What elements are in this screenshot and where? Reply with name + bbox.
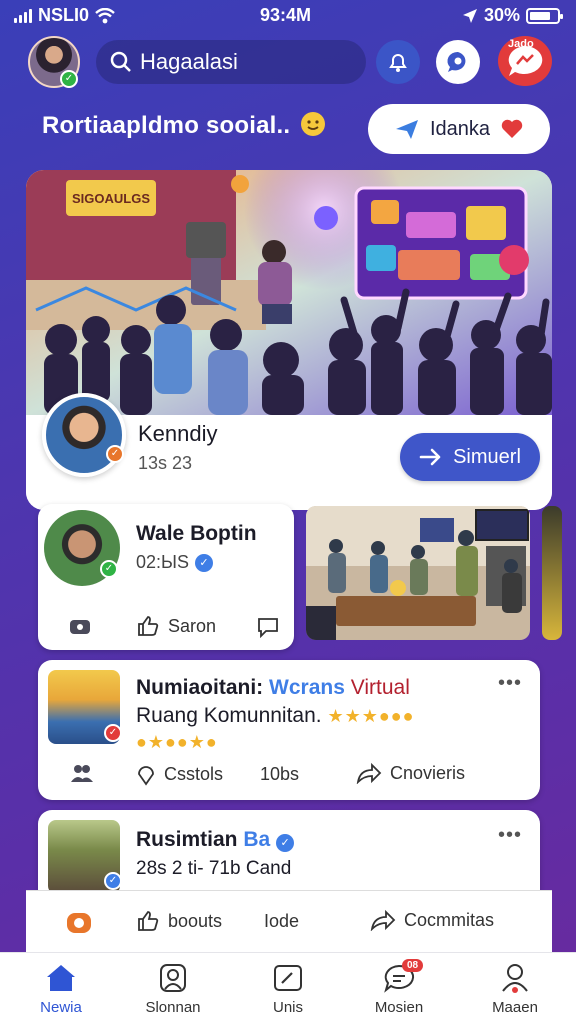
wifi-icon [95, 7, 115, 23]
user-story-card[interactable]: ✓ Wale Boptin 02:ЫS ✓ Saron [38, 504, 294, 650]
comment-count[interactable]: Iode [264, 911, 299, 932]
gathering-photo-art [306, 506, 530, 640]
search-icon [110, 51, 131, 72]
carrier-name: NSLI0 [38, 5, 90, 25]
signal-icon [14, 8, 32, 23]
bell-icon [389, 54, 407, 72]
send-icon [395, 120, 418, 139]
location-pin-icon [138, 766, 154, 786]
story-meta: 02:ЫS ✓ [136, 552, 213, 573]
verified-icon: ✓ [194, 553, 213, 572]
location-action[interactable]: Csstols [136, 762, 223, 786]
smile-emoji-icon [301, 111, 326, 136]
post-badge-icon: ✓ [104, 872, 122, 890]
messenger-button[interactable]: Jado [498, 36, 552, 86]
edit-icon [274, 965, 302, 991]
like-action[interactable]: boouts [136, 909, 222, 933]
online-status-icon: ✓ [60, 70, 78, 88]
location-arrow-icon [462, 8, 477, 23]
battery-icon [526, 7, 563, 24]
host-avatar[interactable] [42, 393, 126, 477]
search-bar[interactable]: Hagaalasi [96, 40, 366, 84]
clock: 93:4M [260, 5, 312, 25]
camera-icon[interactable] [66, 911, 92, 935]
gathering-photo[interactable] [306, 506, 530, 640]
share-action[interactable]: Cnovieris [356, 762, 465, 784]
post-title[interactable]: Numiaoitani: Wcrans Virtual [136, 676, 410, 700]
tab-units[interactable]: Unis [233, 963, 343, 1016]
profile-search-icon [160, 964, 186, 992]
tab-profile[interactable]: Maaen [460, 963, 570, 1016]
search-input-text[interactable]: Hagaalasi [140, 49, 238, 75]
arrow-right-icon [419, 448, 441, 466]
status-bar: NSLI0 93:4M 30% [0, 0, 576, 30]
more-options-icon[interactable]: ••• [498, 672, 522, 695]
story-user-name[interactable]: Wale Boptin [136, 522, 257, 546]
online-status-icon: ✓ [100, 560, 118, 578]
host-meta: 13s 23 [138, 453, 193, 473]
post-card[interactable]: ✓ Rusimtian Ba ✓ ••• 28s 2 ti- 71b Cand [38, 810, 540, 900]
tab-search[interactable]: Slonnan [118, 963, 228, 1016]
post-title[interactable]: Rusimtian Ba ✓ [136, 828, 295, 852]
join-button[interactable]: Idanka [368, 104, 550, 154]
comment-icon[interactable] [256, 616, 280, 638]
tab-messages[interactable]: 08 Mosien [344, 959, 454, 1016]
messenger-label: Jado [508, 38, 534, 50]
featured-event-card[interactable]: SIGOAULGS ✓ Kenndiy 13s 23 Simuerl [26, 170, 552, 510]
thumbs-up-icon [138, 616, 159, 636]
story-actions: Saron [38, 608, 294, 644]
share-icon [370, 909, 396, 931]
stage-sign: SIGOAULGS [72, 191, 150, 206]
notifications-button[interactable] [376, 40, 420, 84]
emoji-reactions: ★★★●●● [327, 706, 415, 726]
post-badge-icon: ✓ [104, 724, 122, 742]
battery-percent: 30% [483, 5, 520, 25]
post-card[interactable]: ✓ Numiaoitani: Wcrans Virtual ••• Ruang … [38, 660, 540, 800]
person-icon [502, 964, 528, 993]
post-count: 10bs [260, 764, 300, 784]
bottom-navigation: Newia Slonnan Unis 08 Mosien Maaen [0, 952, 576, 1024]
chat-button[interactable] [436, 40, 480, 84]
share-action[interactable]: Cocmmitas [370, 909, 494, 931]
thumbs-up-icon [138, 911, 159, 931]
tab-home[interactable]: Newia [6, 963, 116, 1016]
people-icon[interactable] [70, 762, 94, 784]
post-subtitle: 28s 2 ti- 71b Cand [136, 858, 292, 879]
post-action-strip: boouts Iode Cocmmitas [26, 890, 552, 952]
event-host-bar: ✓ Kenndiy 13s 23 Simuerl [26, 393, 552, 510]
verified-icon: ✓ [276, 834, 295, 852]
chat-bubble-icon [447, 51, 466, 72]
host-verified-icon: ✓ [106, 445, 124, 463]
top-bar: ✓ Hagaalasi Jado [0, 34, 576, 92]
post-subtitle: Ruang Komunnitan. ★★★●●● [136, 704, 415, 727]
next-photo-peek[interactable] [542, 506, 562, 640]
event-illustration: SIGOAULGS [26, 170, 552, 415]
share-button[interactable]: Simuerl [400, 433, 540, 481]
home-icon [47, 965, 75, 991]
share-icon [356, 762, 382, 784]
link-icon[interactable] [68, 616, 92, 638]
messages-badge: 08 [402, 959, 424, 972]
like-action[interactable]: Saron [136, 614, 216, 638]
more-options-icon[interactable]: ••• [498, 824, 522, 847]
tagline: Rortiaapldmo sooial.. [42, 111, 326, 140]
host-name[interactable]: Kenndiy [138, 421, 218, 447]
emoji-reactions-row: ●★●●★● [136, 732, 218, 752]
heart-icon [501, 119, 523, 138]
